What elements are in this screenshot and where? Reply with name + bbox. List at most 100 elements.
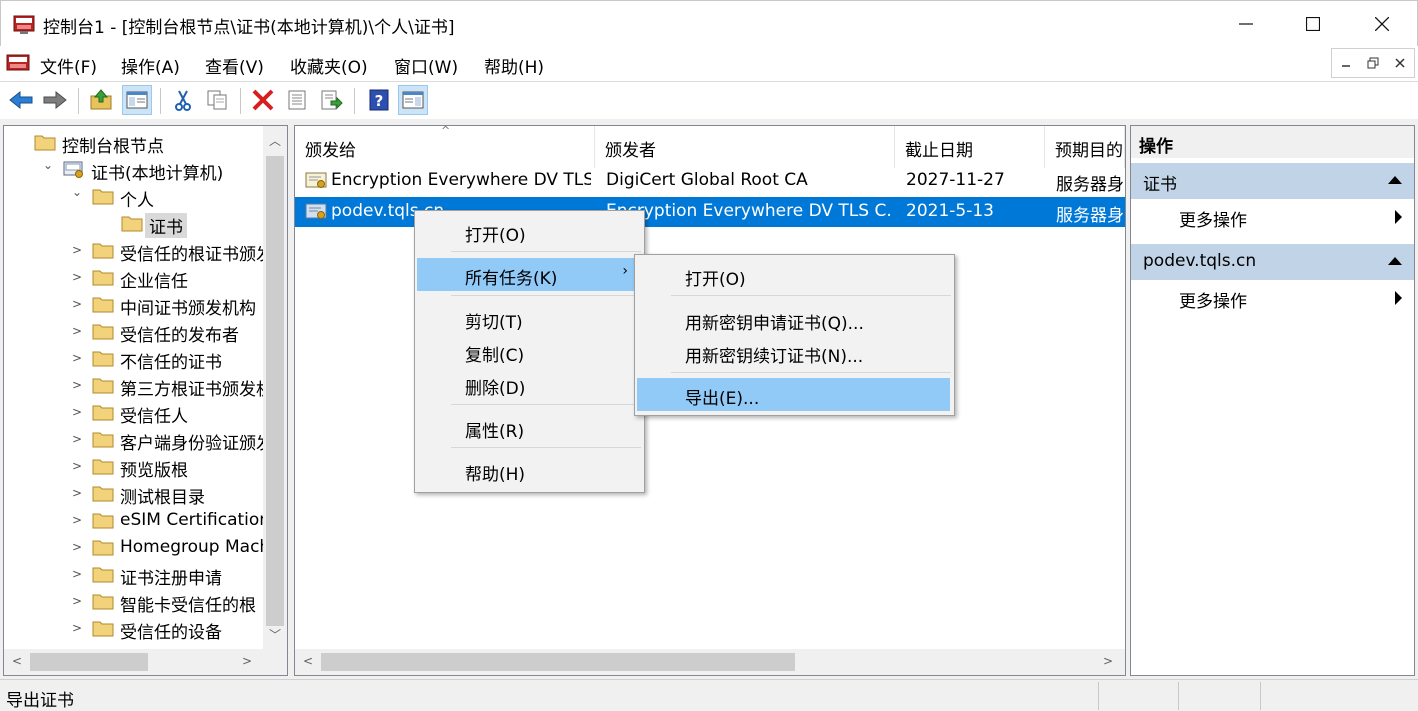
chevron-right-icon[interactable]: > — [72, 621, 84, 635]
collapse-up-icon[interactable] — [1388, 257, 1402, 265]
column-header-issuer[interactable]: 颁发者 — [595, 126, 895, 168]
tree-item-label: 测试根目录 — [120, 488, 205, 508]
menu-bar: 文件(F) 操作(A) 查看(V) 收藏夹(O) 窗口(W) 帮助(H) — [0, 46, 1418, 80]
menu-help[interactable]: 帮助(H) — [484, 53, 544, 78]
sub-request-new-key[interactable]: 用新密钥申请证书(Q)... — [637, 303, 952, 336]
tree-item[interactable]: > Homegroup Machin — [4, 534, 286, 561]
help-button[interactable]: ? — [364, 85, 394, 115]
chevron-right-icon[interactable]: > — [72, 540, 84, 554]
tree-vscroll-thumb[interactable] — [266, 156, 284, 626]
tree-item[interactable]: > 智能卡受信任的根 — [4, 588, 262, 616]
tree-item[interactable]: > 受信任人 — [4, 399, 262, 427]
tree-item[interactable]: > 受信任的发布者 — [4, 318, 262, 346]
chevron-right-icon[interactable]: > — [72, 459, 84, 473]
tree-item-console-root[interactable]: 控制台根节点 — [4, 129, 262, 157]
scroll-right-icon[interactable]: > — [1103, 654, 1113, 668]
collapse-up-icon[interactable] — [1388, 176, 1402, 184]
chevron-right-icon[interactable]: > — [72, 243, 84, 257]
more-actions-link[interactable]: 更多操作 — [1179, 287, 1247, 312]
tree-item[interactable]: > 客户端身份验证颁发 — [4, 426, 273, 454]
mdi-minimize-button[interactable] — [1332, 49, 1359, 77]
ctx-open[interactable]: 打开(O) — [417, 215, 642, 248]
tree-hscroll-thumb[interactable] — [30, 653, 148, 671]
chevron-right-icon[interactable]: > — [72, 513, 84, 527]
actions-section-certificates[interactable]: 证书 — [1131, 163, 1414, 199]
export-list-button[interactable] — [316, 85, 346, 115]
console-menu-icon[interactable] — [6, 51, 30, 75]
tree-horizontal-scrollbar[interactable]: < > — [4, 649, 287, 675]
folder-icon — [92, 378, 114, 394]
scroll-left-icon[interactable]: < — [12, 654, 22, 668]
ctx-help[interactable]: 帮助(H) — [417, 454, 642, 487]
scroll-up-icon[interactable]: ︿ — [269, 132, 281, 149]
chevron-down-icon[interactable]: ⌄ — [72, 185, 84, 199]
list-hscroll-thumb[interactable] — [321, 653, 795, 671]
tree-item-certificates-local-computer[interactable]: ⌄ 证书(本地计算机) — [4, 156, 262, 184]
copy-button[interactable] — [202, 85, 232, 115]
properties-button[interactable] — [282, 85, 312, 115]
ctx-cut[interactable]: 剪切(T) — [417, 302, 642, 335]
show-hide-action-pane-button[interactable] — [398, 85, 428, 115]
actions-section-selected-cert[interactable]: podev.tqls.cn — [1131, 244, 1414, 280]
menu-view[interactable]: 查看(V) — [205, 53, 264, 78]
tree-item[interactable]: > 第三方根证书颁发机 — [4, 372, 273, 400]
tree-item[interactable]: > 受信任的根证书颁发 — [4, 237, 273, 265]
up-one-level-button[interactable] — [86, 85, 116, 115]
chevron-right-icon[interactable]: > — [72, 432, 84, 446]
tree-item[interactable]: > 企业信任 — [4, 264, 262, 292]
cut-button[interactable] — [168, 85, 198, 115]
chevron-right-icon[interactable]: > — [72, 378, 84, 392]
column-header-issued-to[interactable]: 颁发给 ^ — [295, 126, 595, 168]
chevron-right-icon[interactable]: > — [72, 297, 84, 311]
ctx-copy[interactable]: 复制(C) — [417, 335, 642, 368]
ctx-properties[interactable]: 属性(R) — [417, 411, 642, 444]
chevron-right-icon[interactable]: > — [72, 270, 84, 284]
maximize-button[interactable] — [1282, 1, 1344, 47]
more-actions-link[interactable]: 更多操作 — [1179, 206, 1247, 231]
show-hide-tree-button[interactable] — [122, 85, 152, 115]
list-horizontal-scrollbar[interactable]: < > — [295, 649, 1125, 675]
menu-window[interactable]: 窗口(W) — [394, 53, 458, 78]
ctx-delete[interactable]: 删除(D) — [417, 368, 642, 401]
status-bar: 导出证书 — [0, 679, 1418, 711]
menu-file[interactable]: 文件(F) — [40, 53, 97, 78]
back-button[interactable] — [6, 85, 36, 115]
chevron-right-icon[interactable]: > — [72, 567, 84, 581]
tree-item-personal[interactable]: ⌄ 个人 — [4, 183, 262, 211]
chevron-right-icon[interactable]: > — [72, 405, 84, 419]
chevron-right-icon[interactable]: > — [72, 594, 84, 608]
tree-item[interactable]: > 测试根目录 — [4, 480, 262, 508]
delete-button[interactable] — [248, 85, 278, 115]
tree-item[interactable]: > eSIM Certification A — [4, 507, 287, 534]
column-header-purpose[interactable]: 预期目的 — [1045, 126, 1125, 168]
section-label: podev.tqls.cn — [1143, 251, 1257, 271]
tree-item[interactable]: > 预览版根 — [4, 453, 262, 481]
close-button[interactable] — [1351, 1, 1413, 47]
scroll-left-icon[interactable]: < — [303, 654, 313, 668]
chevron-down-icon[interactable]: ⌄ — [43, 158, 55, 172]
ctx-all-tasks[interactable]: 所有任务(K) › — [417, 258, 642, 291]
tree-vertical-scrollbar[interactable]: ︿ ﹀ — [263, 126, 287, 649]
tree-item[interactable]: > 中间证书颁发机构 — [4, 291, 262, 319]
mdi-close-button[interactable] — [1387, 49, 1414, 77]
chevron-right-icon[interactable]: > — [72, 351, 84, 365]
sub-open[interactable]: 打开(O) — [637, 259, 952, 292]
forward-button[interactable] — [40, 85, 70, 115]
title-bar[interactable]: 控制台1 - [控制台根节点\证书(本地计算机)\个人\证书] — [0, 0, 1418, 46]
sub-renew-new-key[interactable]: 用新密钥续订证书(N)... — [637, 336, 952, 369]
mdi-restore-button[interactable] — [1359, 49, 1386, 77]
chevron-right-icon[interactable]: > — [72, 486, 84, 500]
sub-export[interactable]: 导出(E)... — [637, 378, 950, 411]
chevron-right-icon[interactable]: > — [72, 324, 84, 338]
minimize-button[interactable] — [1215, 1, 1277, 47]
menu-action[interactable]: 操作(A) — [121, 53, 180, 78]
tree-item[interactable]: > 不信任的证书 — [4, 345, 262, 373]
column-header-expiration[interactable]: 截止日期 — [895, 126, 1045, 168]
tree-item[interactable]: > 受信任的设备 — [4, 615, 262, 643]
tree-item-personal-certificates[interactable]: 证书 — [4, 210, 262, 238]
scroll-down-icon[interactable]: ﹀ — [269, 626, 281, 643]
scroll-right-icon[interactable]: > — [242, 654, 252, 668]
menu-favorites[interactable]: 收藏夹(O) — [290, 53, 368, 78]
tree-item[interactable]: > 证书注册申请 — [4, 561, 262, 589]
table-row[interactable]: Encryption Everywhere DV TLS... DigiCert… — [295, 166, 1125, 196]
